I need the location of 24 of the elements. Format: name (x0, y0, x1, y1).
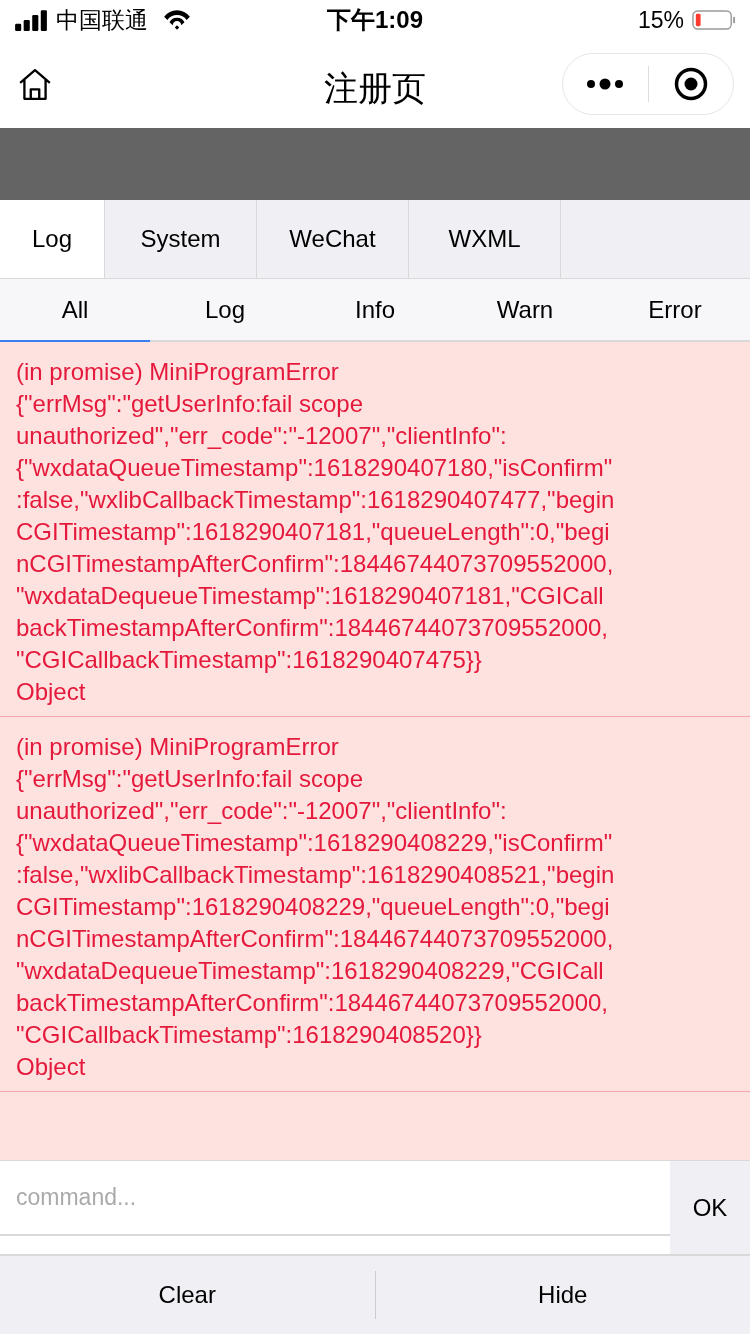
filter-tab[interactable]: Info (300, 279, 450, 342)
log-object: Object (16, 1052, 87, 1082)
page-title: 注册页 (324, 68, 426, 109)
home-icon (17, 67, 53, 101)
target-icon (673, 67, 708, 101)
wifi-icon (162, 9, 192, 31)
footer-button[interactable]: Hide (375, 1256, 750, 1334)
log-heading: (in promise) MiniProgramError (16, 357, 340, 387)
signal-icon (14, 9, 48, 31)
battery-percent: 15% (637, 6, 684, 34)
clock-time: 下午1:09 (327, 5, 423, 35)
ok-button[interactable]: OK (670, 1161, 750, 1254)
carrier-name: 中国联通 (56, 5, 148, 35)
battery-icon (692, 9, 736, 31)
filter-tab[interactable]: Error (600, 279, 750, 342)
footer-button[interactable]: Clear (0, 1256, 375, 1334)
log-message: {"errMsg":"getUserInfo:fail scope unauthorized","err_code":"-12007","clientInfo":{"wxdataQueueTimestamp":1618290407180,"isConfirm":false,"wxlibCallbackTimestamp":1618290407477,"beginCGITimestamp":1618290407181,"queueLength":0,"beginCGITimestampAfterConfirm":18446744073709552000,"wxdataDequeueTimestamp":1618290407181,"CGICallbackTimestampAfterConfirm":18446744073709552000,"CGICallbackTimestamp":1618290407475}} (16, 389, 616, 675)
log-heading: (in promise) MiniProgramError (16, 732, 340, 762)
log-message: {"errMsg":"getUserInfo:fail scope unauthorized","err_code":"-12007","clientInfo":{"wxdataQueueTimestamp":1618290408229,"isConfirm":false,"wxlibCallbackTimestamp":1618290408521,"beginCGITimestamp":1618290408229,"queueLength":0,"beginCGITimestampAfterConfirm":18446744073709552000,"wxdataDequeueTimestamp":1618290408229,"CGICallbackTimestampAfterConfirm":18446744073709552000,"CGICallbackTimestamp":1618290408520}} (16, 764, 616, 1050)
filter-tab[interactable]: Warn (450, 279, 600, 342)
tab[interactable]: Log (0, 200, 105, 278)
log-object: Object (16, 677, 87, 707)
more-icon (586, 76, 625, 92)
filter-tab[interactable]: Log (150, 279, 300, 342)
